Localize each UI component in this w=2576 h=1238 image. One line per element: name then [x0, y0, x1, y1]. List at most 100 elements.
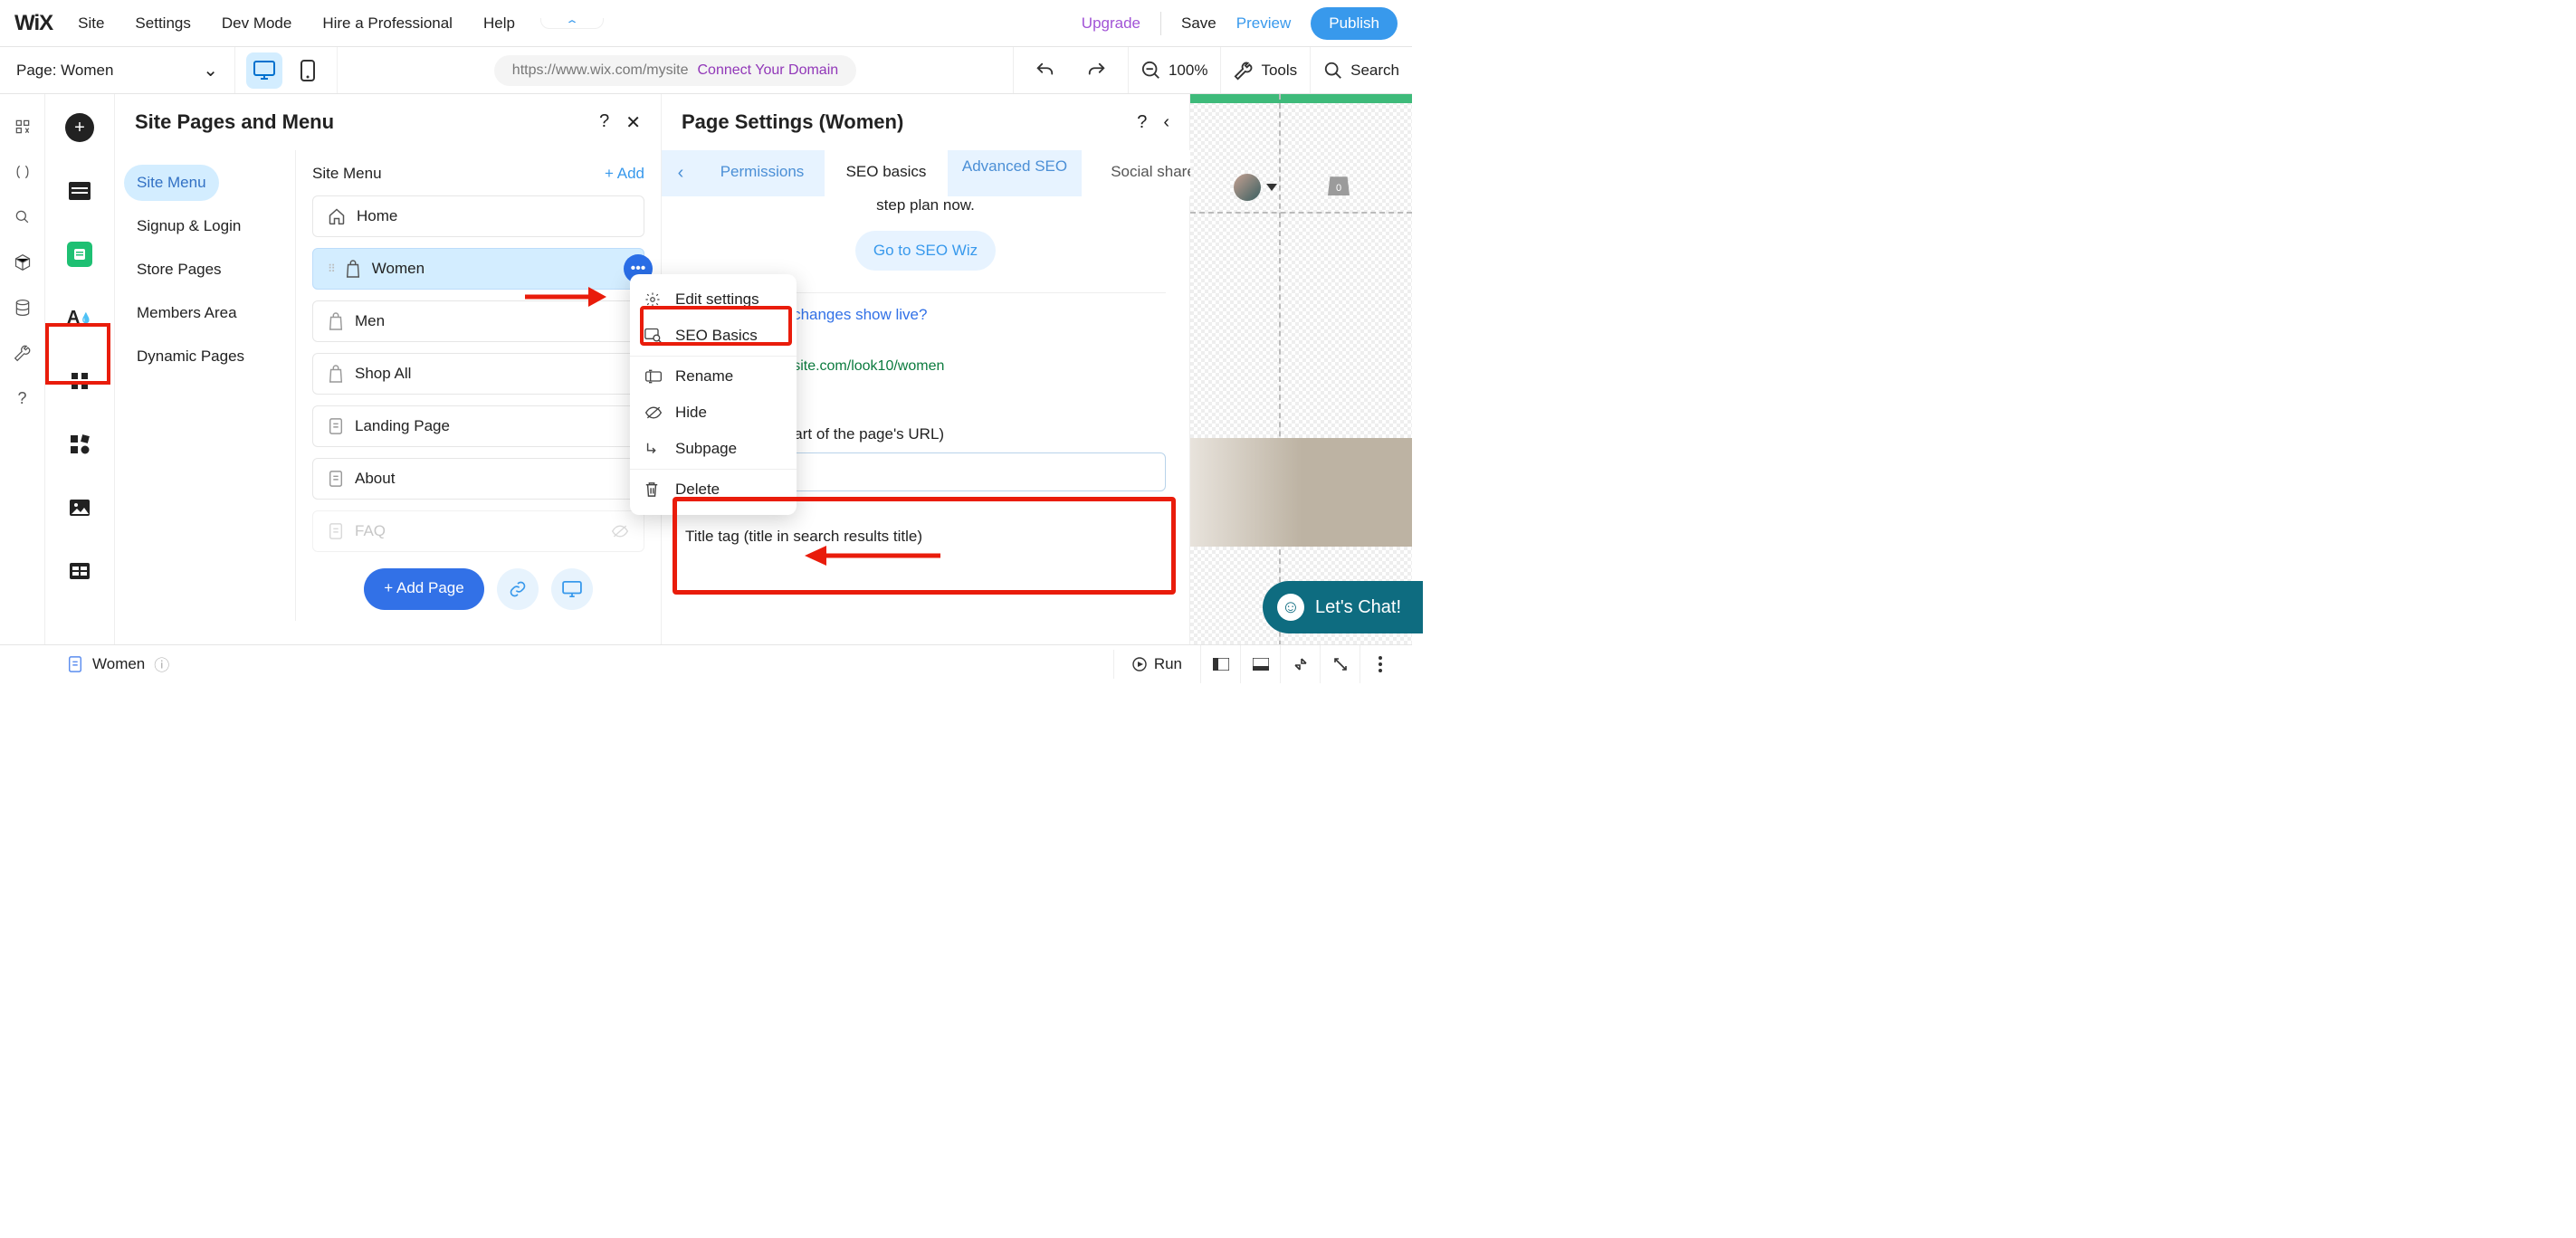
menu-devmode[interactable]: Dev Mode	[222, 14, 291, 33]
add-page-button[interactable]: + Add Page	[364, 568, 483, 610]
category-members-area[interactable]: Members Area	[124, 295, 286, 331]
add-link-button[interactable]	[497, 568, 539, 610]
media-button[interactable]	[59, 487, 100, 529]
add-folder-button[interactable]	[551, 568, 593, 610]
panel-close-button[interactable]: ✕	[625, 111, 641, 134]
page-icon	[328, 417, 344, 435]
subpage-icon	[644, 441, 664, 457]
tab-advanced-seo[interactable]: Advanced SEO	[948, 150, 1082, 196]
help-gutter-icon[interactable]: ?	[12, 387, 33, 409]
shopping-bag-icon[interactable]: 0	[1328, 172, 1350, 195]
publish-button[interactable]: Publish	[1311, 7, 1398, 40]
database-icon[interactable]	[12, 297, 33, 319]
add-element-button[interactable]: +	[59, 107, 100, 148]
packages-icon[interactable]	[12, 252, 33, 273]
chat-widget[interactable]: ☺ Let's Chat!	[1263, 581, 1423, 633]
wix-logo: WiX	[14, 11, 52, 36]
tab-seo-basics[interactable]: SEO basics	[825, 150, 948, 196]
site-canvas[interactable]: 0 ☺ Let's Chat!	[1190, 94, 1412, 682]
drag-handle-icon[interactable]: ⠿	[328, 262, 334, 275]
category-dynamic-pages[interactable]: Dynamic Pages	[124, 338, 286, 375]
content-button[interactable]	[59, 550, 100, 592]
page-item-faq[interactable]: FAQ	[312, 510, 644, 552]
member-avatar[interactable]	[1234, 174, 1261, 201]
connect-domain-link[interactable]: Connect Your Domain	[698, 62, 839, 79]
tab-permissions[interactable]: Permissions	[700, 150, 825, 196]
ctx-delete[interactable]: Delete	[630, 471, 797, 508]
page-item-landing[interactable]: Landing Page	[312, 405, 644, 447]
ctx-seo-basics[interactable]: SEO Basics	[630, 318, 797, 354]
ctx-subpage[interactable]: Subpage	[630, 431, 797, 467]
kebab-menu[interactable]	[1360, 645, 1399, 683]
popout-button[interactable]	[1320, 645, 1360, 683]
site-pages-panel: Site Pages and Menu ? ✕ Site Menu Signup…	[114, 94, 662, 682]
category-signup-login[interactable]: Signup & Login	[124, 208, 286, 244]
ctx-rename[interactable]: Rename	[630, 358, 797, 395]
category-site-menu[interactable]: Site Menu	[124, 165, 219, 201]
search-icon	[1323, 61, 1343, 81]
bag-icon	[345, 260, 361, 278]
zoom-control[interactable]: 100%	[1128, 47, 1220, 93]
add-menu-item[interactable]: + Add	[605, 165, 644, 183]
menu-site[interactable]: Site	[78, 14, 104, 33]
ctx-hide[interactable]: Hide	[630, 395, 797, 431]
redo-button[interactable]	[1079, 61, 1115, 81]
seo-wiz-button[interactable]: Go to SEO Wiz	[855, 231, 996, 271]
page-categories: Site Menu Signup & Login Store Pages Mem…	[115, 150, 296, 621]
minimize-button[interactable]	[1280, 645, 1320, 683]
collapse-top-chip[interactable]	[540, 18, 604, 29]
panel-title: Site Pages and Menu	[135, 110, 334, 134]
desktop-view-button[interactable]	[246, 52, 282, 89]
theme-button[interactable]: A💧	[59, 297, 100, 338]
tools-gutter-icon[interactable]	[12, 342, 33, 364]
menu-settings[interactable]: Settings	[135, 14, 190, 33]
console-button[interactable]	[1240, 645, 1280, 683]
site-url-chip[interactable]: https://www.wix.com/mysite Connect Your …	[494, 55, 856, 86]
tabs-scroll-left[interactable]: ‹	[662, 150, 700, 196]
panel2-back-button[interactable]: ‹	[1163, 112, 1169, 133]
properties-panel-button[interactable]	[1200, 645, 1240, 683]
ctx-separator	[630, 469, 797, 470]
panel2-title: Page Settings (Women)	[682, 110, 903, 134]
ctx-edit-settings[interactable]: Edit settings	[630, 281, 797, 318]
page-icon	[328, 522, 344, 540]
site-url-text: https://www.wix.com/mysite	[512, 62, 689, 79]
page-item-label: Landing Page	[355, 417, 450, 435]
code-icon[interactable]	[12, 161, 33, 183]
page-item-shopall[interactable]: Shop All	[312, 353, 644, 395]
tools-label: Tools	[1261, 62, 1297, 80]
menu-hire[interactable]: Hire a Professional	[322, 14, 453, 33]
search-gutter-icon[interactable]	[12, 206, 33, 228]
search-menu[interactable]: Search	[1310, 47, 1412, 93]
upgrade-link[interactable]: Upgrade	[1082, 14, 1140, 33]
pages-panel-button[interactable]	[59, 170, 100, 212]
save-button[interactable]: Save	[1181, 14, 1216, 33]
app-market-button[interactable]	[59, 360, 100, 402]
page-selector[interactable]: Page: Women ⌄	[0, 47, 235, 93]
annotation-arrow-slug	[805, 542, 940, 569]
run-button[interactable]: Run	[1113, 650, 1200, 679]
zoom-out-icon	[1141, 61, 1161, 81]
page-list: Site Menu + Add Home ⠿ Women ••• Men	[296, 150, 661, 621]
menu-help[interactable]: Help	[483, 14, 515, 33]
chat-label: Let's Chat!	[1315, 597, 1401, 618]
preview-link[interactable]: Preview	[1236, 14, 1291, 33]
mobile-icon	[301, 60, 315, 81]
tools-menu[interactable]: Tools	[1220, 47, 1310, 93]
bottom-page-label[interactable]: Women	[92, 655, 145, 673]
page-selector-label: Page: Women	[16, 62, 113, 80]
category-store-pages[interactable]: Store Pages	[124, 252, 286, 288]
page-item-home[interactable]: Home	[312, 195, 644, 237]
page-structure-icon[interactable]	[12, 116, 33, 138]
info-icon[interactable]: ⓘ	[154, 652, 169, 675]
my-business-button[interactable]	[59, 424, 100, 465]
panel-help-button[interactable]: ?	[599, 111, 609, 134]
cms-panel-button[interactable]	[59, 233, 100, 275]
seo-plan-text: step plan now.	[876, 196, 975, 214]
seo-icon	[644, 328, 664, 344]
page-item-about[interactable]: About	[312, 458, 644, 500]
panel2-help-button[interactable]: ?	[1137, 112, 1147, 133]
undo-button[interactable]	[1026, 61, 1063, 81]
editor-toolbar: Page: Women ⌄ https://www.wix.com/mysite…	[0, 47, 1412, 94]
mobile-view-button[interactable]	[290, 52, 326, 89]
